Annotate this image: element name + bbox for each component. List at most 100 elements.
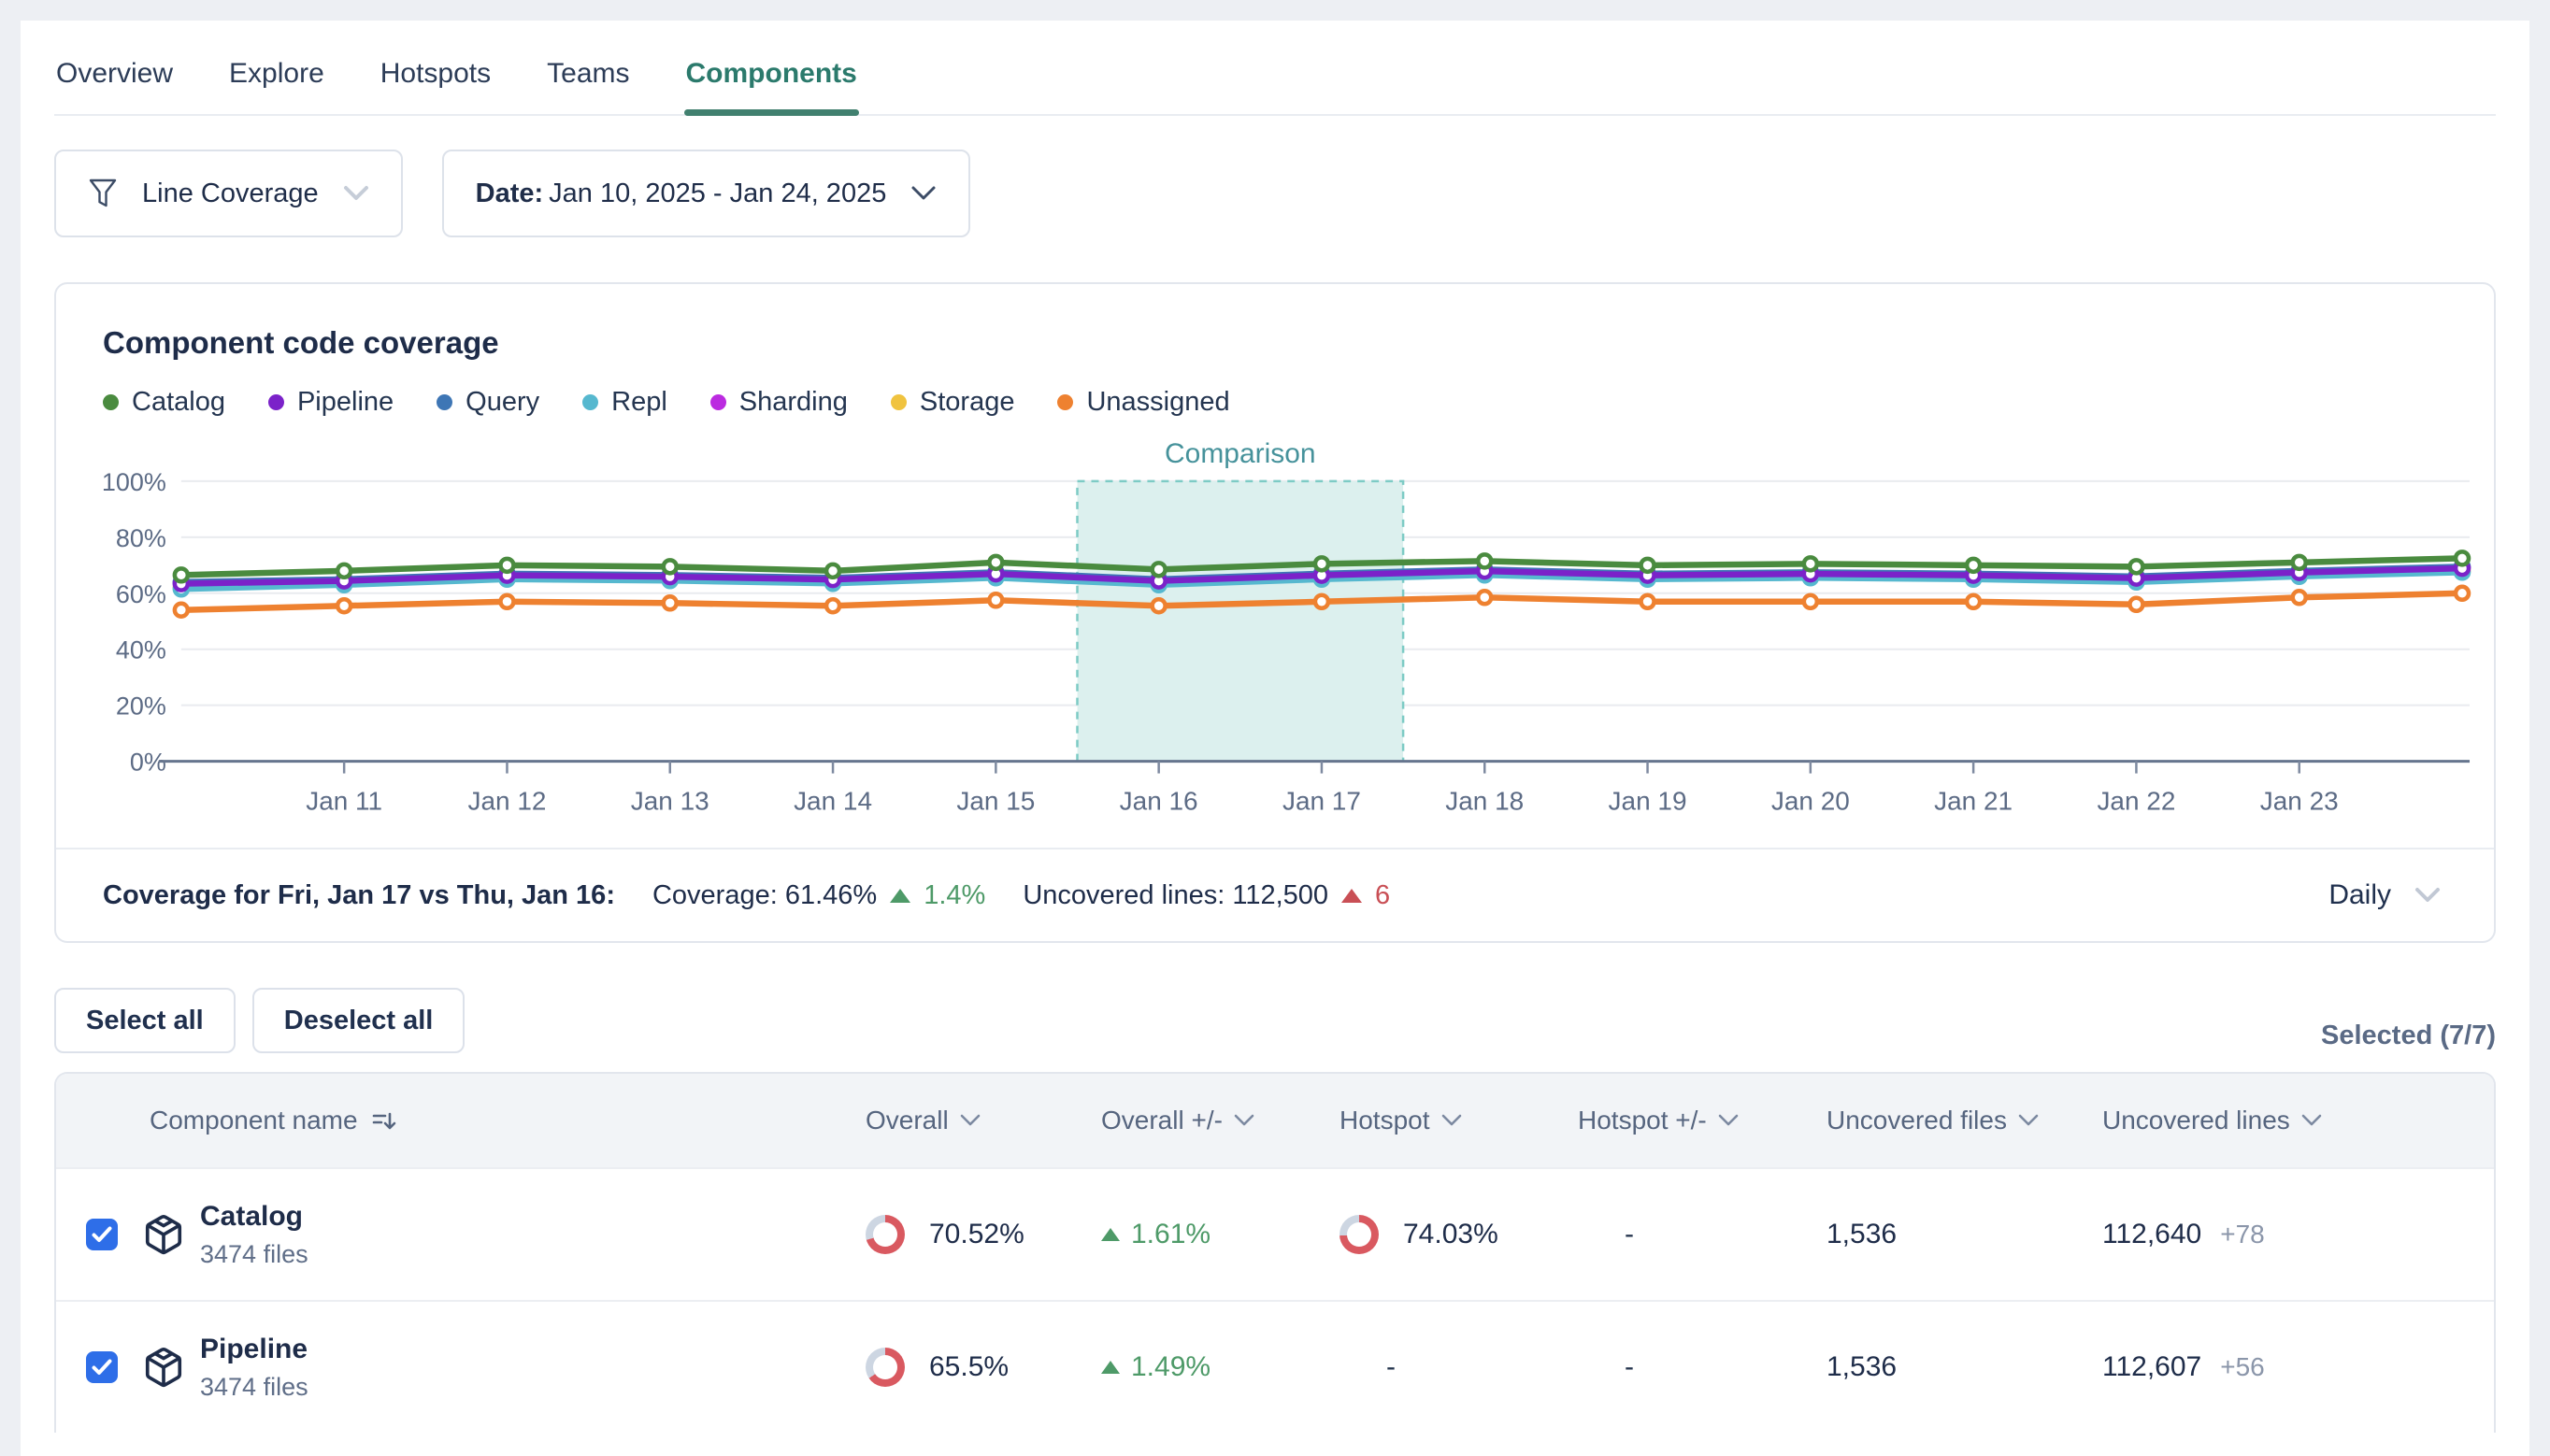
data-point-catalog: [1641, 559, 1655, 572]
data-point-unassigned: [989, 593, 1002, 607]
data-point-unassigned: [1641, 595, 1655, 608]
x-axis-label: Jan 21: [1934, 787, 2013, 816]
tab-components[interactable]: Components: [684, 58, 859, 114]
column-header-uncovered-lines[interactable]: Uncovered lines: [2102, 1106, 2494, 1135]
y-axis-label: 100%: [102, 468, 166, 496]
column-header-component-name[interactable]: Component name: [56, 1106, 866, 1135]
uncovered-lines-value: 112,607: [2102, 1351, 2201, 1383]
chevron-down-icon: [960, 1114, 981, 1128]
table-row-pipeline: Pipeline3474 files65.5%1.49%--1,536112,6…: [56, 1300, 2494, 1433]
tab-explore[interactable]: Explore: [227, 58, 326, 114]
legend-label: Unassigned: [1086, 387, 1229, 418]
overall-delta-cell: 1.49%: [1101, 1351, 1339, 1383]
data-point-unassigned: [1153, 599, 1166, 612]
data-point-catalog: [1804, 557, 1817, 570]
legend-item-unassigned[interactable]: Unassigned: [1057, 387, 1229, 418]
legend-label: Storage: [920, 387, 1015, 418]
date-filter-dropdown[interactable]: Date:Jan 10, 2025 - Jan 24, 2025: [442, 150, 971, 237]
comparison-band: [1077, 481, 1403, 762]
uncovered-files-value: 1,536: [1827, 1219, 1897, 1250]
legend-dot: [891, 394, 907, 410]
legend-dot: [268, 394, 284, 410]
hotspot-cell: 74.03%: [1339, 1215, 1578, 1254]
data-point-unassigned: [664, 596, 677, 609]
legend-item-sharding[interactable]: Sharding: [710, 387, 848, 418]
granularity-dropdown[interactable]: Daily: [2323, 878, 2447, 912]
data-point-catalog: [337, 564, 351, 578]
legend-item-repl[interactable]: Repl: [582, 387, 667, 418]
hotspot-delta-cell: -: [1578, 1351, 1827, 1383]
legend-dot: [1057, 394, 1073, 410]
component-name[interactable]: Pipeline: [200, 1334, 308, 1365]
legend-item-storage[interactable]: Storage: [891, 387, 1015, 418]
legend-label: Sharding: [739, 387, 848, 418]
x-axis-label: Jan 13: [631, 787, 709, 816]
data-point-catalog: [1967, 559, 1980, 572]
legend-label: Repl: [611, 387, 667, 418]
data-point-catalog: [664, 560, 677, 573]
column-header-hotspot[interactable]: Hotspot: [1339, 1106, 1578, 1135]
data-point-unassigned: [500, 595, 513, 608]
row-checkbox[interactable]: [86, 1351, 118, 1383]
up-triangle-icon: [1341, 889, 1362, 903]
data-point-unassigned: [2293, 591, 2306, 604]
legend-dot: [710, 394, 726, 410]
column-header-overall-[interactable]: Overall +/-: [1101, 1106, 1339, 1135]
tab-hotspots[interactable]: Hotspots: [379, 58, 493, 114]
legend-item-catalog[interactable]: Catalog: [103, 387, 225, 418]
legend-label: Query: [466, 387, 539, 418]
chevron-down-icon: [910, 185, 937, 202]
data-point-unassigned: [1804, 595, 1817, 608]
column-header-label: Uncovered files: [1827, 1106, 2007, 1135]
hotspot-cell: -: [1339, 1351, 1578, 1383]
overall-delta-cell: 1.61%: [1101, 1219, 1339, 1250]
uncovered-lines-delta: +78: [2220, 1220, 2265, 1249]
data-point-catalog: [1315, 557, 1328, 570]
row-checkbox[interactable]: [86, 1219, 118, 1250]
y-axis-label: 40%: [116, 636, 166, 664]
data-point-catalog: [500, 559, 513, 572]
column-header-hotspot-[interactable]: Hotspot +/-: [1578, 1106, 1827, 1135]
selected-count: Selected (7/7): [2321, 1021, 2496, 1053]
chart-card: Component code coverage CatalogPipelineQ…: [54, 282, 2496, 943]
chevron-down-icon: [1718, 1114, 1739, 1128]
funnel-icon: [88, 178, 118, 209]
x-axis-label: Jan 17: [1282, 787, 1361, 816]
chevron-down-icon: [343, 185, 369, 202]
chart-area: 0%20%40%60%80%100%ComparisonJan 11Jan 12…: [56, 427, 2494, 842]
uncovered-lines-cell: 112,640+78: [2102, 1219, 2494, 1250]
chart-footer: Coverage for Fri, Jan 17 vs Thu, Jan 16:…: [56, 848, 2494, 941]
tab-teams[interactable]: Teams: [545, 58, 631, 114]
deselect-all-button[interactable]: Deselect all: [252, 988, 466, 1053]
chevron-down-icon: [1234, 1114, 1254, 1128]
coverage-donut: [866, 1348, 905, 1387]
chevron-down-icon: [2018, 1114, 2039, 1128]
overall-cell: 70.52%: [866, 1215, 1101, 1254]
legend-item-pipeline[interactable]: Pipeline: [268, 387, 394, 418]
table-header: Component nameOverallOverall +/-HotspotH…: [56, 1074, 2494, 1167]
column-header-overall[interactable]: Overall: [866, 1106, 1101, 1135]
column-header-uncovered-files[interactable]: Uncovered files: [1827, 1106, 2102, 1135]
table-row-catalog: Catalog3474 files 70.52%1.61%74.03%-1,536…: [56, 1167, 2494, 1300]
component-name-block: Catalog3474 files: [200, 1201, 308, 1269]
data-point-unassigned: [1315, 595, 1328, 608]
tab-overview[interactable]: Overview: [54, 58, 175, 114]
hotspot-delta-cell: -: [1578, 1219, 1827, 1250]
select-all-button[interactable]: Select all: [54, 988, 236, 1053]
check-icon: [92, 1359, 112, 1376]
metric-filter-label: Line Coverage: [142, 178, 319, 209]
hotspot-donut: [1339, 1215, 1379, 1254]
uncovered-lines-stat: Uncovered lines: 112,500 6: [1023, 880, 1390, 911]
legend-dot: [582, 394, 598, 410]
comparison-label: Comparison: [1165, 438, 1315, 469]
overall-value: 65.5%: [929, 1351, 1009, 1383]
metric-filter-dropdown[interactable]: Line Coverage: [54, 150, 403, 237]
x-axis-label: Jan 16: [1120, 787, 1198, 816]
x-axis-label: Jan 20: [1771, 787, 1850, 816]
coverage-stat: Coverage: 61.46% 1.4%: [652, 880, 985, 911]
component-name[interactable]: Catalog: [200, 1201, 308, 1233]
check-icon: [92, 1226, 112, 1243]
up-triangle-icon: [1101, 1228, 1120, 1241]
legend-item-query[interactable]: Query: [437, 387, 539, 418]
chevron-down-icon: [2414, 887, 2442, 904]
